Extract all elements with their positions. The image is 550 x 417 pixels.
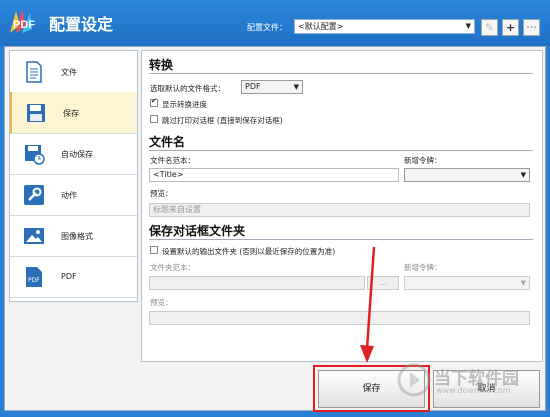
folder-template-label: 文件夹范本：	[150, 263, 195, 272]
sidebar-item-autosave[interactable]: 自动保存	[10, 133, 137, 175]
sidebar-item-label: 动作	[61, 191, 77, 200]
chevron-down-icon: ▼	[520, 279, 526, 287]
ellipsis-icon: ⋯	[526, 21, 537, 34]
floppy-disk-icon	[27, 104, 45, 122]
default-format-value: PDF	[245, 82, 261, 91]
watermark: 当下软件园 www.downxia.com	[396, 360, 546, 410]
annotation-arrow-icon	[360, 246, 376, 363]
sidebar-item-document[interactable]: 文件	[10, 51, 137, 93]
sidebar-item-label: 保存	[63, 109, 79, 118]
pencil-icon: ✎	[484, 21, 495, 34]
skip-print-dialog-checkbox[interactable]	[150, 115, 158, 123]
chevron-down-icon: ▼	[465, 22, 471, 30]
edit-profile-button[interactable]: ✎	[481, 19, 498, 36]
watermark-logo-icon	[397, 363, 431, 397]
section-heading-save-folder: 保存对话框文件夹	[149, 224, 246, 238]
document-icon	[26, 61, 42, 83]
show-progress-checkbox[interactable]	[150, 97, 158, 107]
divider	[149, 150, 533, 151]
more-profile-button[interactable]: ⋯	[523, 19, 540, 36]
show-progress-label: 显示转换进度	[162, 100, 207, 109]
default-output-folder-checkbox[interactable]	[150, 246, 158, 254]
wrench-icon	[24, 185, 44, 205]
filename-token-select[interactable]: ▼	[404, 168, 530, 182]
filename-preview-field: 标题来自设置	[149, 203, 530, 217]
folder-template-input[interactable]	[149, 276, 365, 290]
folder-token-label: 新增令牌：	[404, 263, 442, 272]
sidebar-item-image-format[interactable]: 图像格式	[10, 215, 137, 257]
sidebar-item-save[interactable]: 保存	[10, 92, 137, 134]
divider	[149, 73, 533, 74]
sidebar-item-label: 文件	[61, 68, 77, 77]
config-profile-value: <默认配置>	[298, 22, 344, 31]
folder-token-select[interactable]: ▼	[404, 276, 530, 290]
sidebar-item-label: PDF	[61, 272, 77, 281]
filename-token-label: 新增令牌：	[404, 156, 442, 165]
image-icon	[24, 228, 44, 244]
sidebar-item-label: 自动保存	[61, 150, 93, 159]
skip-print-dialog-label: 跳过打印对话框 (直接到保存对话框)	[162, 116, 283, 125]
pdf-file-icon: PDF	[26, 267, 42, 287]
sidebar-item-actions[interactable]: 动作	[10, 174, 137, 216]
config-profile-label: 配置文件：	[247, 23, 287, 32]
section-heading-filename: 文件名	[149, 135, 186, 149]
plus-icon: +	[505, 21, 516, 34]
clock-document-icon	[25, 145, 45, 165]
sidebar-item-label: 图像格式	[61, 232, 93, 241]
svg-text:PDF: PDF	[28, 277, 40, 284]
filename-preview-label: 预览：	[150, 189, 173, 198]
config-profile-select[interactable]: <默认配置> ▼	[294, 19, 475, 34]
folder-preview-field	[149, 311, 530, 325]
filename-template-label: 文件名范本：	[150, 156, 195, 165]
watermark-url: www.downxia.com	[436, 386, 511, 395]
chevron-down-icon: ▼	[293, 83, 299, 91]
chevron-down-icon: ▼	[520, 171, 526, 179]
sidebar: 文件 保存 自动保存 动作 图像格式 PDF PDF	[9, 50, 138, 302]
divider	[149, 239, 533, 240]
sidebar-item-pdf[interactable]: PDF PDF	[10, 256, 137, 298]
section-heading-convert: 转换	[149, 58, 174, 72]
filename-template-input[interactable]: <Title>	[149, 168, 399, 182]
default-output-folder-label: 设置默认的输出文件夹 (否则以最近保存的位置为准)	[162, 247, 336, 256]
folder-preview-label: 预览：	[150, 298, 173, 307]
logo-text: PDF	[13, 19, 35, 31]
title-bar: PDF 配置设定 配置文件： <默认配置> ▼ ✎ + ⋯	[0, 0, 550, 46]
window-title: 配置设定	[49, 15, 114, 34]
default-format-select[interactable]: PDF ▼	[241, 80, 303, 94]
default-format-label: 选取默认的文件格式：	[150, 84, 225, 93]
add-profile-button[interactable]: +	[502, 19, 519, 36]
